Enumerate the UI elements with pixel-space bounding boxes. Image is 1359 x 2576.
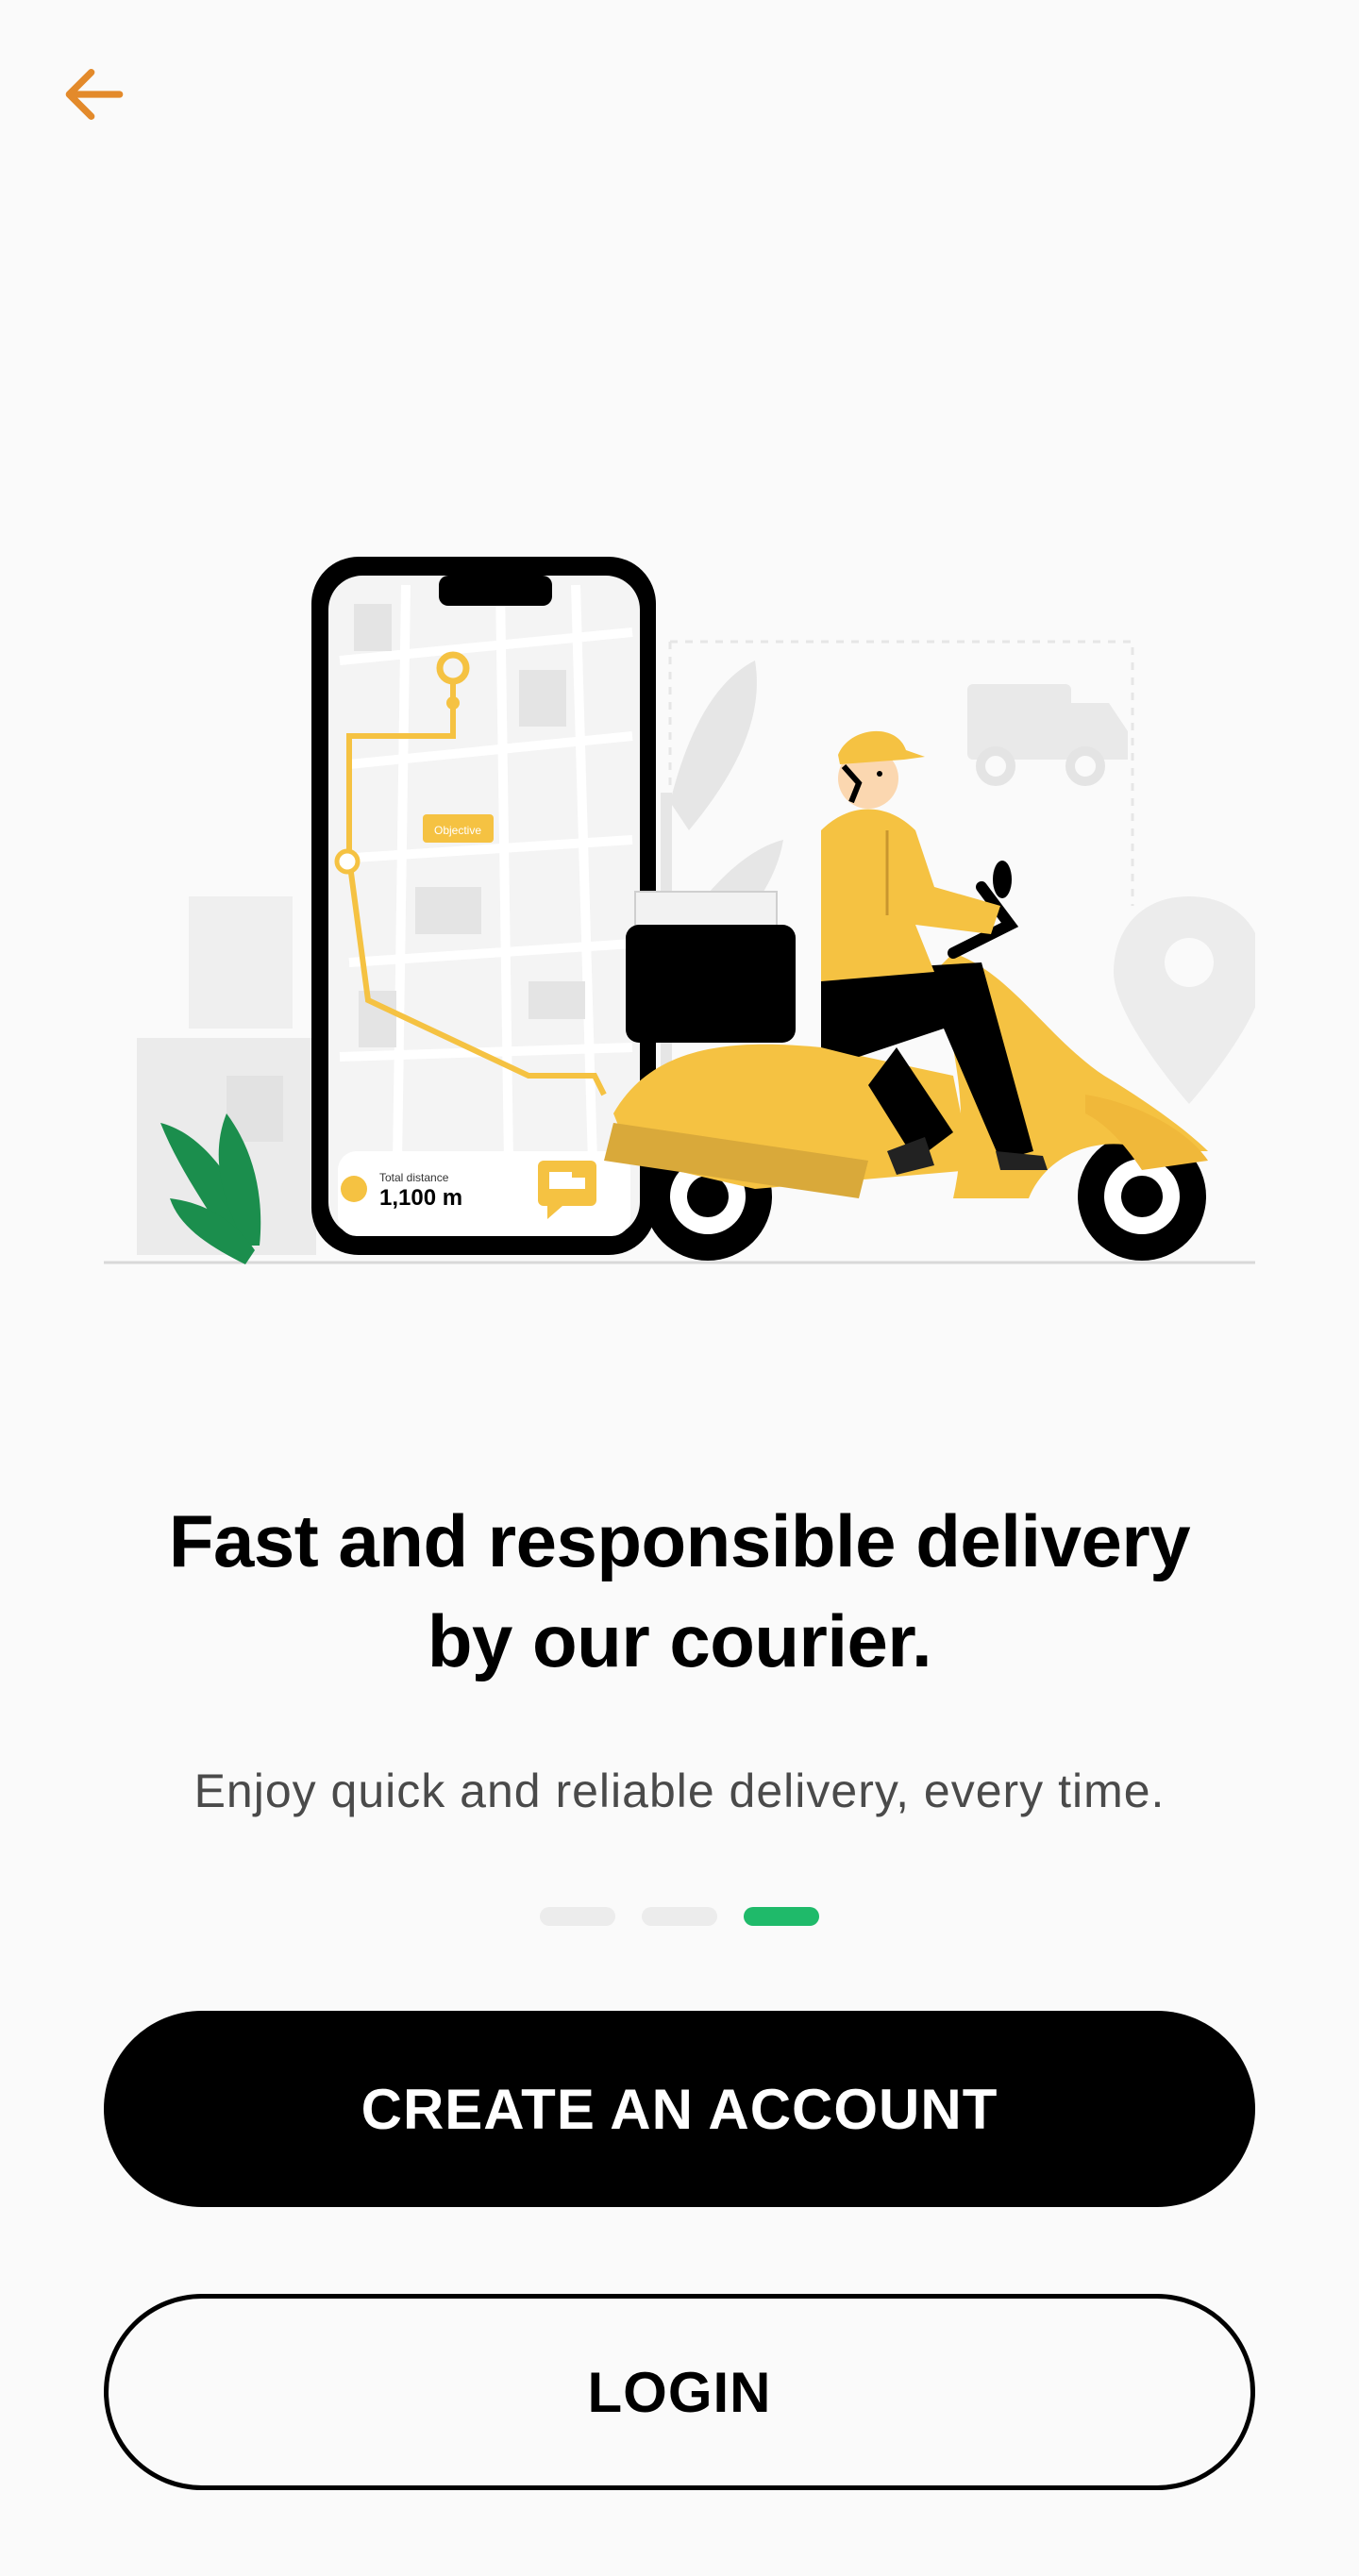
objective-label: Objective — [434, 824, 481, 837]
phone-illustration: Objective Total distance 1,100 m — [311, 557, 656, 1255]
page-dot-1[interactable] — [540, 1907, 615, 1926]
onboarding-title: Fast and responsible delivery by our cou… — [76, 1491, 1284, 1691]
arrow-left-icon — [65, 69, 124, 121]
login-button[interactable]: LOGIN — [104, 2294, 1255, 2490]
location-pin-icon — [1114, 896, 1255, 1104]
truck-icon — [967, 684, 1128, 786]
distance-label: Total distance — [379, 1171, 449, 1184]
page-dot-3-active[interactable] — [744, 1907, 819, 1926]
back-button[interactable] — [49, 49, 140, 140]
distance-value: 1,100 m — [379, 1185, 462, 1211]
page-indicator — [0, 1907, 1359, 1926]
create-account-button[interactable]: CREATE AN ACCOUNT — [104, 2011, 1255, 2207]
title-line-1: Fast and responsible delivery — [168, 1499, 1191, 1582]
title-line-2: by our courier. — [427, 1599, 932, 1682]
onboarding-subtitle: Enjoy quick and reliable delivery, every… — [193, 1765, 1166, 1817]
page-dot-2[interactable] — [642, 1907, 717, 1926]
courier-illustration: Objective Total distance 1,100 m — [104, 557, 1255, 1264]
